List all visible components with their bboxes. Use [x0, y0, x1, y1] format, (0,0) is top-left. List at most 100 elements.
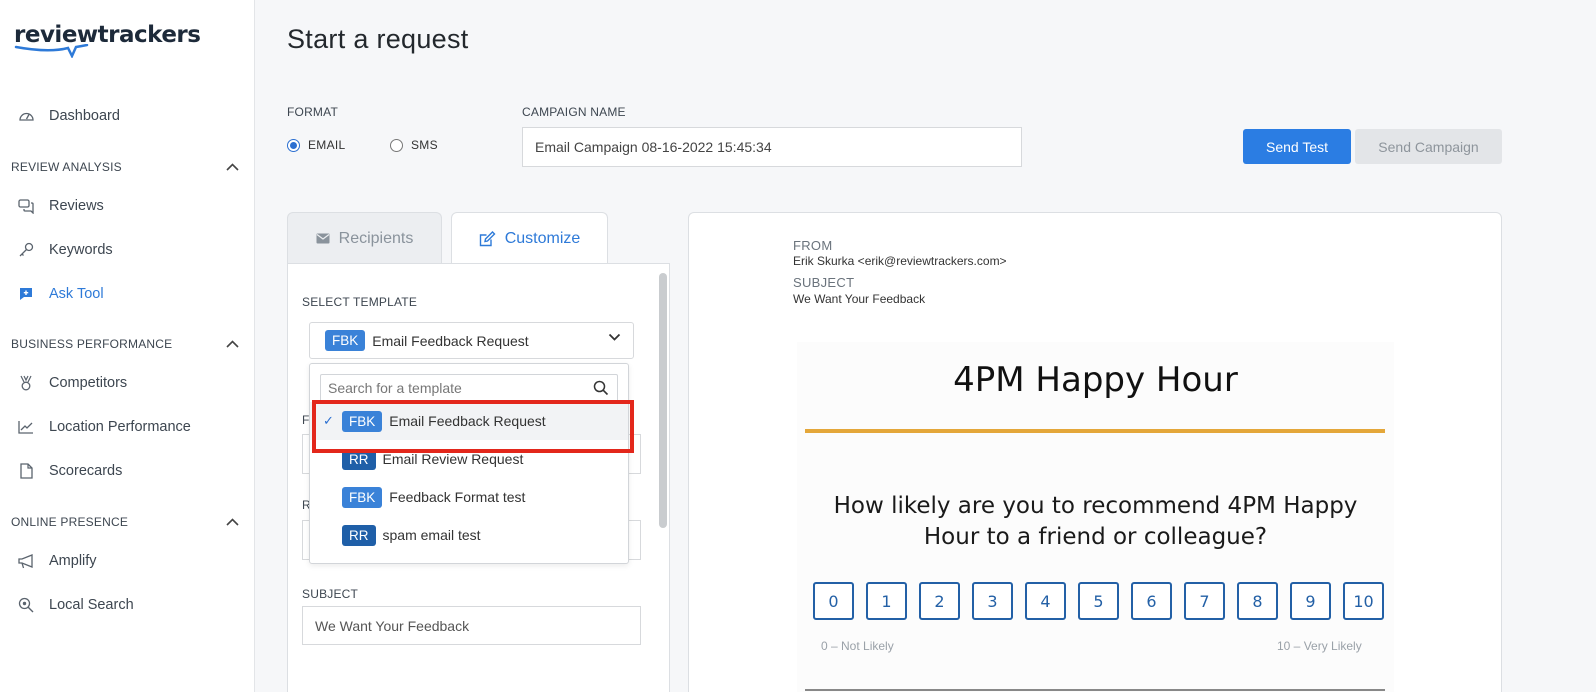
section-online-presence[interactable]: ONLINE PRESENCE [11, 515, 239, 529]
sidebar-item-competitors[interactable]: Competitors [15, 369, 127, 397]
radio-label: EMAIL [308, 138, 346, 152]
campaign-name-input[interactable]: Email Campaign 08-16-2022 15:45:34 [522, 127, 1022, 167]
gauge-icon [15, 105, 37, 127]
page-title: Start a request [287, 24, 469, 54]
subject-value: We Want Your Feedback [315, 617, 470, 634]
medal-icon [15, 372, 37, 394]
nps-option[interactable]: 10 [1343, 582, 1384, 620]
sidebar-item-label: Location Performance [49, 419, 191, 435]
envelope-icon [316, 233, 330, 244]
sidebar-item-scorecards[interactable]: Scorecards [15, 457, 122, 485]
template-dropdown: Search for a template ✓ FBK Email Feedba… [309, 363, 629, 564]
nps-option[interactable]: 7 [1184, 582, 1225, 620]
chevron-up-icon [226, 340, 239, 348]
preview-from-label: FROM [793, 238, 833, 253]
section-review-analysis[interactable]: REVIEW ANALYSIS [11, 160, 239, 174]
sidebar-item-dashboard[interactable]: Dashboard [15, 102, 120, 130]
search-location-icon [15, 594, 37, 616]
sidebar-item-label: Keywords [49, 242, 113, 258]
megaphone-icon [15, 550, 37, 572]
template-search-input[interactable]: Search for a template [320, 374, 618, 402]
subject-input[interactable]: We Want Your Feedback [302, 606, 641, 645]
nps-high-label: 10 – Very Likely [1277, 639, 1362, 653]
sidebar: reviewtrackers Dashboard REVIEW ANALYSIS… [0, 0, 255, 692]
chevron-down-icon [608, 333, 621, 341]
sidebar-item-location-performance[interactable]: Location Performance [15, 413, 191, 441]
section-label: ONLINE PRESENCE [11, 515, 129, 529]
sidebar-item-amplify[interactable]: Amplify [15, 547, 97, 575]
sidebar-item-keywords[interactable]: Keywords [15, 236, 113, 264]
search-icon [593, 380, 609, 396]
nps-option[interactable]: 9 [1290, 582, 1331, 620]
nps-question-line: Hour to a friend or colleague? [923, 524, 1268, 550]
template-option[interactable]: FBK Feedback Format test [310, 478, 628, 516]
template-select[interactable]: FBK Email Feedback Request [309, 322, 634, 359]
tab-recipients[interactable]: Recipients [287, 212, 442, 264]
template-badge: FBK [325, 330, 366, 351]
chevron-up-icon [226, 163, 239, 171]
template-option-name: spam email test [382, 527, 481, 543]
tab-label: Customize [504, 229, 581, 247]
line-chart-icon [15, 416, 37, 438]
chevron-up-icon [226, 518, 239, 526]
sidebar-item-local-search[interactable]: Local Search [15, 591, 134, 619]
template-option[interactable]: RR spam email test [310, 516, 628, 554]
format-label: FORMAT [287, 105, 338, 119]
nps-option[interactable]: 6 [1131, 582, 1172, 620]
tab-label: Recipients [338, 229, 414, 247]
format-email-radio[interactable]: EMAIL [287, 138, 346, 152]
sidebar-item-reviews[interactable]: Reviews [15, 192, 104, 220]
format-sms-radio[interactable]: SMS [390, 138, 438, 152]
template-option-name: Email Review Request [382, 451, 524, 467]
sidebar-item-label: Dashboard [49, 108, 120, 124]
panel-scrollbar[interactable] [659, 273, 667, 528]
template-search-placeholder: Search for a template [328, 380, 462, 396]
nps-low-label: 0 – Not Likely [821, 639, 894, 653]
tab-customize[interactable]: Customize [451, 212, 608, 264]
campaign-name-label: CAMPAIGN NAME [522, 105, 626, 119]
section-label: BUSINESS PERFORMANCE [11, 337, 173, 351]
template-badge: RR [342, 524, 376, 546]
radio-dot [390, 138, 403, 152]
send-campaign-button[interactable]: Send Campaign [1355, 129, 1502, 164]
sidebar-item-label: Amplify [49, 553, 97, 569]
logo-text: reviewtrackers [14, 22, 201, 48]
sidebar-item-ask-tool[interactable]: Ask Tool [15, 280, 104, 308]
send-test-button[interactable]: Send Test [1243, 129, 1351, 164]
subject-label: SUBJECT [302, 587, 359, 601]
message-plus-icon [15, 283, 37, 305]
sidebar-item-label: Reviews [49, 198, 104, 214]
nps-scale: 0 1 2 3 4 5 6 7 8 9 10 [813, 582, 1384, 620]
nps-option[interactable]: 2 [919, 582, 960, 620]
nps-option[interactable]: 8 [1237, 582, 1278, 620]
nps-option[interactable]: 0 [813, 582, 854, 620]
radio-dot-checked [287, 138, 300, 152]
reviewtrackers-logo[interactable]: reviewtrackers [14, 22, 201, 58]
divider [805, 429, 1385, 433]
section-business-performance[interactable]: BUSINESS PERFORMANCE [11, 337, 239, 351]
chat-bubbles-icon [15, 195, 37, 217]
annotation-highlight-box [312, 400, 634, 453]
document-icon [15, 460, 37, 482]
template-selected-name: Email Feedback Request [372, 332, 529, 349]
sidebar-item-label: Scorecards [49, 463, 123, 479]
sidebar-item-label: Local Search [49, 597, 134, 613]
template-option-name: Feedback Format test [389, 489, 526, 505]
nps-option[interactable]: 5 [1078, 582, 1119, 620]
sidebar-item-label: Competitors [49, 375, 128, 391]
campaign-name-value: Email Campaign 08-16-2022 15:45:34 [535, 139, 772, 155]
nps-option[interactable]: 1 [866, 582, 907, 620]
nps-question: How likely are you to recommend 4PM Happ… [797, 491, 1394, 553]
edit-icon [479, 230, 496, 247]
email-title: 4PM Happy Hour [953, 360, 1238, 400]
key-icon [15, 239, 37, 261]
nps-option[interactable]: 4 [1025, 582, 1066, 620]
template-badge: FBK [342, 486, 383, 508]
divider [805, 689, 1385, 691]
section-label: REVIEW ANALYSIS [11, 160, 122, 174]
select-template-label: SELECT TEMPLATE [302, 295, 418, 309]
nps-option[interactable]: 3 [972, 582, 1013, 620]
sidebar-item-label: Ask Tool [49, 286, 104, 302]
preview-subject-value: We Want Your Feedback [793, 292, 926, 306]
nps-question-line: How likely are you to recommend 4PM Happ… [833, 493, 1358, 519]
